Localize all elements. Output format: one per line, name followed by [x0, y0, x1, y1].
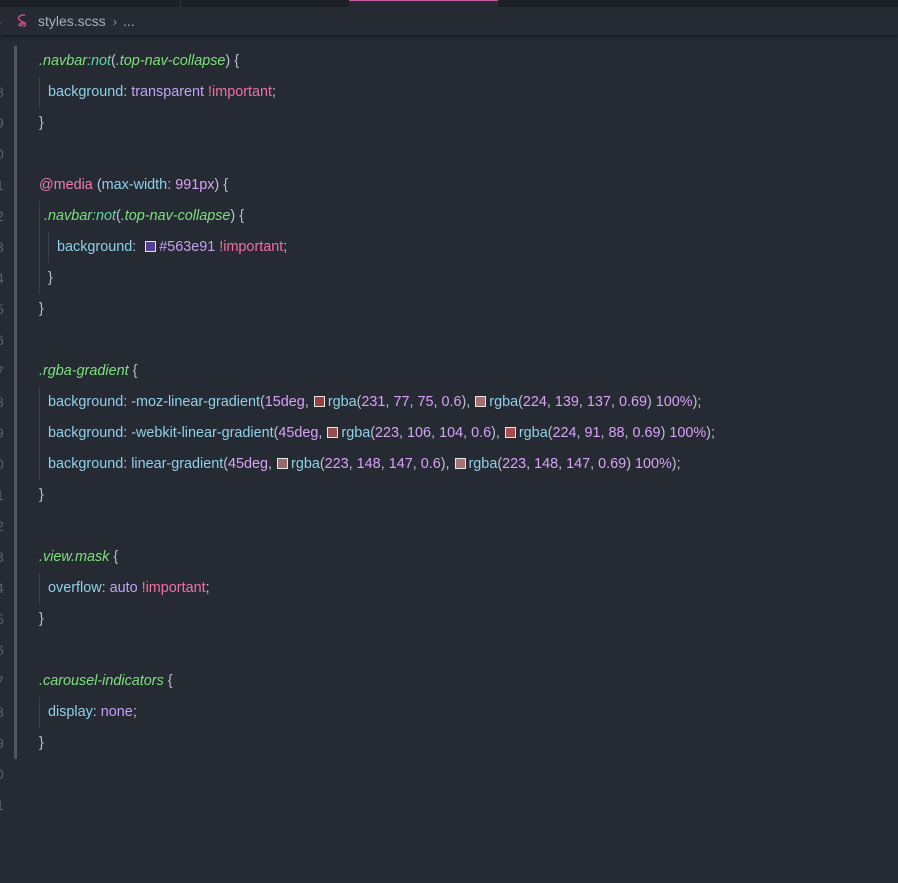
- gutter-modified-marker: [14, 46, 17, 77]
- code-text: display: none;: [39, 697, 137, 728]
- gutter-modified-marker: [14, 542, 17, 573]
- code-line[interactable]: 8 .rgba-gradient {: [0, 356, 898, 410]
- gutter-modified-marker: [14, 108, 17, 139]
- code-line[interactable]: 9 display: none;: [0, 697, 898, 751]
- code-line[interactable]: 9 background: -moz-linear-gradient(15deg…: [0, 387, 898, 441]
- code-line[interactable]: 0 }: [0, 728, 898, 782]
- code-line[interactable]: 3 .navbar:not(.top-nav-collapse) {: [0, 201, 898, 255]
- code-line[interactable]: 1 background: linear-gradient(45deg, rgb…: [0, 449, 898, 503]
- code-line[interactable]: 6 }: [0, 604, 898, 658]
- color-swatch[interactable]: [504, 426, 516, 438]
- code-line[interactable]: 5 }: [0, 263, 898, 317]
- gutter-modified-marker: [14, 232, 17, 263]
- breadcrumb-more[interactable]: ...: [123, 13, 135, 29]
- code-text: }: [39, 263, 53, 294]
- code-line[interactable]: 2 @media (max-width: 991px) {: [0, 170, 898, 224]
- gutter-modified-marker: [14, 728, 17, 759]
- gutter-modified-marker: [14, 387, 17, 418]
- gutter-modified-marker: [14, 325, 17, 356]
- color-swatch[interactable]: [327, 426, 339, 438]
- color-swatch[interactable]: [313, 395, 325, 407]
- line-number: 1: [0, 790, 6, 821]
- gutter-modified-marker: [14, 170, 17, 201]
- chevron-right-icon: ›: [112, 13, 118, 29]
- breadcrumb-file[interactable]: styles.scss: [38, 13, 106, 29]
- code-line[interactable]: 2 }: [0, 480, 898, 534]
- code-text: .carousel-indicators {: [39, 673, 173, 689]
- gutter-modified-marker: [14, 294, 17, 325]
- gutter-modified-marker: [14, 77, 17, 108]
- code-editor[interactable]: 8 .navbar:not(.top-nav-collapse) { 9 bac…: [0, 46, 898, 813]
- color-swatch[interactable]: [145, 240, 157, 252]
- gutter-modified-marker: [14, 201, 17, 232]
- code-text: .navbar:not(.top-nav-collapse) {: [39, 201, 244, 232]
- gutter-modified-marker: [14, 139, 17, 170]
- code-text: background: -moz-linear-gradient(15deg, …: [39, 387, 701, 418]
- gutter-modified-marker: [14, 511, 17, 542]
- color-swatch[interactable]: [277, 457, 289, 469]
- code-line[interactable]: 0 background: -webkit-linear-gradient(45…: [0, 418, 898, 472]
- code-text: background: #563e91 !important;: [39, 232, 287, 263]
- code-text: .view.mask {: [39, 549, 119, 565]
- tab-separator: [180, 0, 181, 7]
- code-text: }: [39, 735, 44, 751]
- code-text: }: [39, 115, 44, 131]
- code-line[interactable]: 8 .carousel-indicators {: [0, 666, 898, 720]
- code-text: @media (max-width: 991px) {: [39, 177, 229, 193]
- code-text: }: [39, 301, 44, 317]
- code-line[interactable]: 4 background: #563e91 !important;: [0, 232, 898, 286]
- code-line[interactable]: 0 }: [0, 108, 898, 162]
- code-line[interactable]: 8 .navbar:not(.top-nav-collapse) {: [0, 46, 898, 100]
- gutter-modified-marker: [14, 480, 17, 511]
- gutter-modified-marker: [14, 263, 17, 294]
- code-text: overflow: auto !important;: [39, 573, 210, 604]
- color-swatch[interactable]: [475, 395, 487, 407]
- code-text: }: [39, 611, 44, 627]
- gutter-modified-marker: [14, 418, 17, 449]
- code-text: }: [39, 487, 44, 503]
- gutter-modified-marker: [14, 604, 17, 635]
- code-text: .rgba-gradient {: [39, 363, 138, 379]
- gutter-modified-marker: [14, 666, 17, 697]
- code-text: .navbar:not(.top-nav-collapse) {: [39, 53, 240, 69]
- gutter-modified-marker: [14, 635, 17, 666]
- code-line[interactable]: 1: [0, 139, 898, 193]
- code-line[interactable]: 6 }: [0, 294, 898, 348]
- gutter-modified-marker: [14, 449, 17, 480]
- chevron-right-icon[interactable]: ›: [0, 14, 7, 29]
- code-line[interactable]: 1: [0, 759, 898, 813]
- color-swatch[interactable]: [454, 457, 466, 469]
- code-line[interactable]: 3: [0, 511, 898, 565]
- code-line[interactable]: 4 .view.mask {: [0, 542, 898, 596]
- code-text: background: -webkit-linear-gradient(45de…: [39, 418, 715, 449]
- gutter-modified-marker: [14, 356, 17, 387]
- code-line[interactable]: 7: [0, 325, 898, 379]
- active-editor-tab[interactable]: [349, 0, 498, 7]
- gutter-modified-marker: [14, 697, 17, 728]
- code-text: background: linear-gradient(45deg, rgba(…: [39, 449, 681, 480]
- breadcrumb: › styles.scss › ...: [0, 7, 898, 35]
- gutter-modified-marker: [14, 573, 17, 604]
- code-text: background: transparent !important;: [39, 77, 276, 108]
- sass-icon: [15, 12, 33, 30]
- editor-tab-strip: [0, 0, 898, 7]
- code-line[interactable]: 7: [0, 635, 898, 689]
- code-line[interactable]: 5 overflow: auto !important;: [0, 573, 898, 627]
- code-line[interactable]: 9 background: transparent !important;: [0, 77, 898, 131]
